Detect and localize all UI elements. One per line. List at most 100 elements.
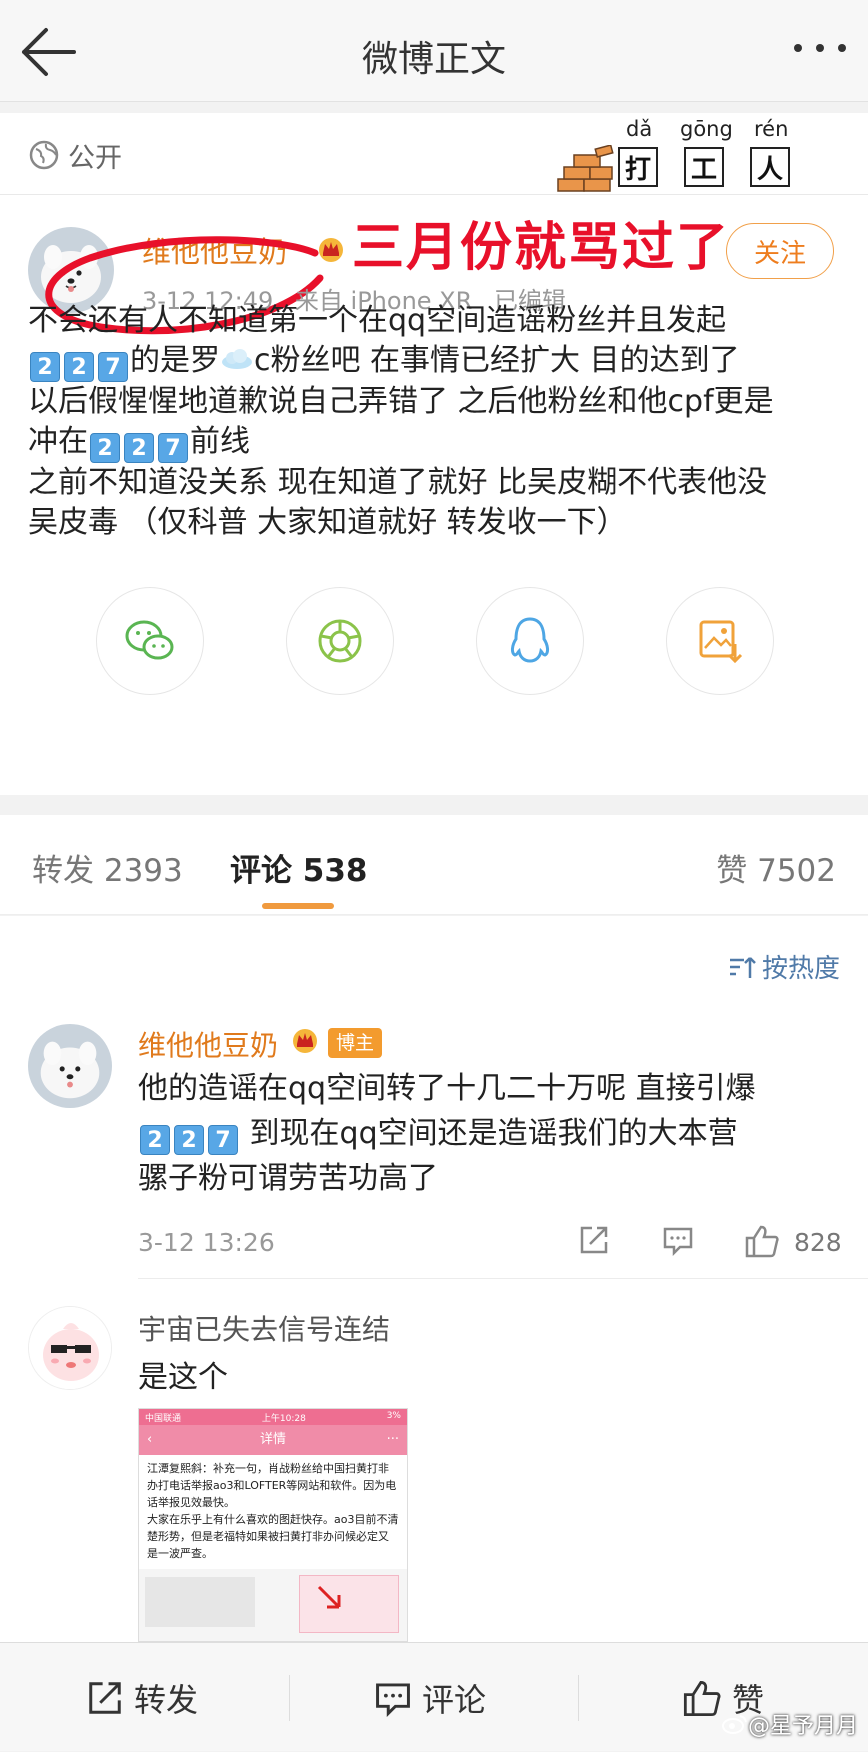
keycap: 2 [124, 433, 154, 463]
red-annotation-text: 三月份就骂过了 [352, 218, 731, 278]
bottom-comment-label: 评论 [422, 1680, 487, 1719]
repost-icon [89, 1681, 121, 1714]
interaction-tabs: 转发 2393 评论 538 赞 7502 [0, 815, 868, 915]
red-arrow-icon [317, 1585, 341, 1609]
pinyin-ren: rén [754, 117, 789, 141]
comment-author[interactable]: 维他他豆奶 [138, 1024, 278, 1064]
keycap: 2 [174, 1125, 204, 1155]
sticker-char-ren: 人 [750, 147, 790, 187]
cloud-emoji-icon [222, 349, 252, 369]
weibo-logo-icon [721, 1715, 747, 1734]
keycap: 2 [30, 352, 60, 382]
more-dots-icon[interactable] [790, 28, 850, 68]
visibility-label: 公开 [28, 135, 122, 175]
sort-icon [729, 956, 756, 978]
keycap: 2 [140, 1125, 170, 1155]
post-line: 2 2 7 的是罗 c粉丝吧 在事情已经扩大 目的达到了 [28, 341, 848, 382]
share-qq-button[interactable] [476, 587, 584, 695]
image-status-time: 上午10:28 [261, 1414, 306, 1424]
post-text: c粉丝吧 在事情已经扩大 目的达到了 [254, 343, 740, 378]
post-card: 公开 dǎ gōng rén 打 工 人 维他他豆奶 三月份就骂过了 关注 3-… [0, 113, 868, 795]
repost-icon[interactable] [578, 1224, 610, 1256]
divider [138, 1278, 868, 1279]
top-nav-bar: 微博正文 [0, 0, 868, 102]
sort-label: 按热度 [761, 954, 840, 984]
comment-time: 3-12 13:26 [138, 1228, 275, 1257]
bottom-repost-label: 转发 [134, 1680, 199, 1719]
comment-icon[interactable] [662, 1224, 694, 1256]
comment-text: 到现在qq空间还是造谣我们的大本营 [240, 1116, 738, 1151]
tab-repost[interactable]: 转发 2393 [32, 845, 183, 890]
keycap: 7 [208, 1125, 238, 1155]
post-text: 的是罗 [130, 343, 220, 378]
active-tab-indicator [262, 903, 334, 909]
comment-image[interactable]: 中国联通 上午10:28 3% ‹ 详情 ··· 江潭复熙斜：补充一句，肖战粉丝… [138, 1408, 408, 1642]
bricks-icon [557, 145, 614, 192]
author-badge: 博主 [328, 1028, 383, 1058]
weibo-watermark: @星予月月 [721, 1708, 858, 1740]
divider [0, 194, 868, 195]
image-back-icon: ‹ [147, 1432, 153, 1447]
post-body: 不会还有人不知道第一个在qq空间造谣粉丝并且发起 2 2 7 的是罗 c粉丝吧 在事情已… [28, 301, 848, 543]
globe-icon [29, 140, 59, 170]
keycap: 2 [64, 352, 94, 382]
comment-icon [376, 1682, 410, 1717]
comment-author[interactable]: 宇宙已失去信号连结 [138, 1308, 390, 1348]
keycap: 7 [98, 352, 128, 382]
post-line: 吴皮毒 （仅科普 大家知道就好 转发收一下） [28, 505, 627, 540]
post-author-name[interactable]: 维他他豆奶 [142, 229, 287, 271]
vip-crown-icon [293, 1029, 317, 1053]
divider [0, 795, 868, 815]
divider [578, 1675, 579, 1721]
image-header-title: 详情 [259, 1432, 286, 1447]
wechat-icon [125, 620, 174, 660]
bottom-comment-button[interactable]: 评论 [374, 1643, 486, 1752]
avatar[interactable] [28, 1024, 112, 1108]
divider [289, 1675, 290, 1721]
comment-line: 骡子粉可谓劳苦功高了 [138, 1161, 438, 1196]
image-status-left: 中国联通 [145, 1414, 182, 1424]
image-body: 江潭复熙斜：补充一句，肖战粉丝给中国扫黄打非办打电话举报ao3和LOFTER等网… [139, 1455, 407, 1567]
tab-like[interactable]: 赞 7502 [716, 845, 836, 890]
share-moments-button[interactable] [286, 587, 394, 695]
sticker-char-da: 打 [618, 147, 658, 187]
comments-section: 按热度 维他他豆奶 博主 他的造谣在qq空间转了十几二十万呢 直接引爆 227 … [0, 916, 868, 1642]
save-image-button[interactable] [666, 587, 774, 695]
like-icon [683, 1680, 721, 1716]
follow-button[interactable]: 关注 [726, 223, 834, 279]
sticker-char-gong: 工 [684, 147, 724, 187]
page-title: 微博正文 [361, 39, 506, 80]
image-paragraph: 大家在乐乎上有什么喜欢的图赶快存。ao3目前不清楚形势，但是老福特如果被扫黄打非… [147, 1513, 399, 1560]
avatar[interactable] [28, 1306, 112, 1390]
comment-line: 他的造谣在qq空间转了十几二十万呢 直接引爆 [138, 1071, 756, 1106]
like-icon[interactable] [744, 1224, 780, 1258]
qq-icon [511, 617, 549, 663]
comment-text: 他的造谣在qq空间转了十几二十万呢 直接引爆 227 到现在qq空间还是造谣我们… [138, 1066, 858, 1201]
pinyin-gong: gōng [680, 117, 733, 141]
tab-comment[interactable]: 评论 538 [230, 845, 368, 890]
visibility-text: 公开 [68, 142, 122, 174]
keycap: 7 [158, 433, 188, 463]
pinyin-da: dǎ [626, 117, 653, 141]
post-line: 以后假惺惺地道歉说自己弄错了 之后他粉丝和他cpf更是 [28, 384, 774, 419]
post-text: 冲在 [28, 424, 88, 459]
post-text: 前线 [190, 424, 250, 459]
post-line: 不会还有人不知道第一个在qq空间造谣粉丝并且发起 [28, 303, 727, 338]
post-line: 之前不知道没关系 现在知道了就好 比吴皮糊不代表他没 [28, 465, 768, 500]
sort-by-heat-button[interactable]: 按热度 [728, 948, 840, 985]
image-paragraph: 江潭复熙斜：补充一句，肖战粉丝给中国扫黄打非办打电话举报ao3和LOFTER等网… [147, 1462, 397, 1509]
vip-crown-icon [319, 238, 343, 262]
keycap: 2 [90, 433, 120, 463]
watermark-text: @星予月月 [747, 1714, 858, 1739]
dagongren-sticker: dǎ gōng rén 打 工 人 [557, 117, 818, 195]
image-header: ‹ 详情 ··· [139, 1425, 407, 1455]
like-count: 828 [794, 1228, 842, 1257]
divider [0, 103, 868, 113]
image-status-right: 3% [386, 1411, 401, 1421]
share-wechat-button[interactable] [96, 587, 204, 695]
image-screenshot-area [139, 1569, 407, 1641]
bottom-repost-button[interactable]: 转发 [86, 1643, 198, 1752]
peach-avatar-icon [29, 1307, 111, 1389]
comment-text: 是这个 [138, 1360, 228, 1395]
share-row [0, 587, 868, 697]
